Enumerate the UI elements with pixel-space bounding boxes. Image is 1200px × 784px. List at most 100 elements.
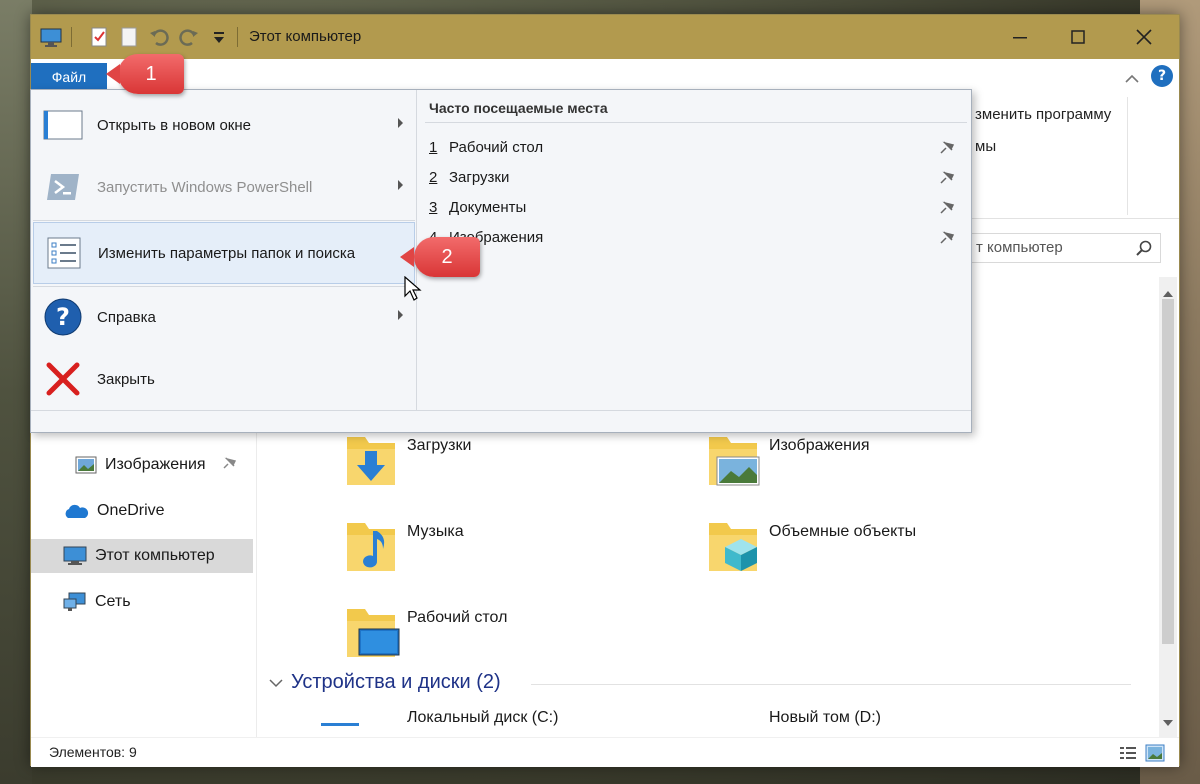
menu-item-help[interactable]: ? Справка	[33, 286, 415, 348]
callout-badge-2: 2	[414, 237, 480, 277]
pictures-folder-icon	[705, 427, 763, 491]
nav-item-label: Сеть	[95, 593, 131, 610]
nav-item-network[interactable]: Сеть	[31, 585, 253, 619]
minimize-button[interactable]	[991, 15, 1049, 59]
nav-item-label: OneDrive	[97, 502, 165, 519]
devices-section-header[interactable]: Устройства и диски (2)	[269, 671, 501, 694]
folder-tile-downloads[interactable]: Загрузки	[343, 427, 683, 491]
window-title: Этот компьютер	[249, 28, 362, 45]
ribbon-tab-bar	[31, 59, 1179, 91]
file-tab[interactable]: Файл	[31, 63, 107, 91]
onedrive-icon	[63, 503, 89, 519]
menu-item-label: Открыть в новом окне	[97, 116, 251, 134]
pin-icon[interactable]	[939, 229, 955, 249]
frequent-item[interactable]: 1 Рабочий стол	[429, 134, 959, 160]
powershell-icon	[41, 165, 85, 209]
menu-divider	[33, 220, 415, 221]
submenu-arrow-icon	[398, 310, 403, 320]
search-icon[interactable]	[1136, 240, 1152, 260]
menu-item-label: Закрыть	[97, 370, 155, 388]
status-bar: Элементов: 9	[31, 737, 1179, 767]
pin-icon[interactable]	[939, 199, 955, 219]
pin-icon[interactable]	[939, 169, 955, 189]
this-pc-icon	[63, 546, 87, 566]
menu-footer-divider	[31, 410, 971, 411]
folder-tile-pictures[interactable]: Изображения	[705, 427, 1045, 491]
desktop-folder-icon	[343, 599, 401, 663]
pin-icon[interactable]	[222, 456, 236, 475]
frequent-item-label: Рабочий стол	[449, 138, 544, 156]
frequent-item-number: 1	[429, 138, 438, 156]
svg-text:?: ?	[56, 303, 70, 331]
nav-item-pictures[interactable]: Изображения	[31, 448, 253, 482]
folder-label: Загрузки	[407, 437, 472, 454]
scroll-thumb[interactable]	[1162, 299, 1174, 644]
menu-item-folder-options[interactable]: Изменить параметры папок и поиска	[33, 222, 415, 284]
nav-item-this-pc[interactable]: Этот компьютер	[31, 539, 253, 573]
items-count: Элементов: 9	[49, 744, 137, 760]
frequent-item[interactable]: 4 Изображения	[429, 224, 959, 250]
redo-icon[interactable]	[177, 25, 201, 49]
section-divider	[531, 684, 1131, 685]
nav-item-label: Изображения	[105, 456, 206, 473]
frequent-item-label: Документы	[449, 198, 527, 216]
menu-item-powershell[interactable]: Запустить Windows PowerShell	[33, 156, 415, 218]
submenu-arrow-icon	[398, 118, 403, 128]
help-icon: ?	[41, 295, 85, 339]
frequent-places-title: Часто посещаемые места	[429, 100, 608, 116]
callout-number: 1	[145, 62, 157, 85]
large-icons-view-icon[interactable]	[1145, 744, 1165, 766]
search-input[interactable]: т компьютер	[961, 233, 1161, 263]
frequent-item-number: 3	[429, 198, 438, 216]
drive-label-d[interactable]: Новый том (D:)	[769, 709, 881, 727]
menu-item-open-new-window[interactable]: Открыть в новом окне	[33, 94, 415, 156]
chevron-down-icon[interactable]	[269, 678, 283, 688]
customize-toolbar-icon[interactable]	[207, 25, 231, 49]
ribbon-command-label[interactable]: мы	[975, 138, 996, 155]
computer-icon[interactable]	[39, 25, 63, 49]
new-folder-icon[interactable]	[117, 25, 141, 49]
folder-tile-desktop[interactable]: Рабочий стол	[343, 599, 683, 663]
callout-number: 2	[441, 245, 453, 268]
menu-item-close[interactable]: Закрыть	[33, 348, 415, 410]
vertical-scrollbar[interactable]	[1159, 277, 1177, 737]
chevron-up-icon[interactable]	[1125, 69, 1139, 88]
submenu-arrow-icon	[398, 180, 403, 190]
callout-pointer	[400, 247, 414, 267]
title-divider	[71, 27, 72, 47]
details-view-icon[interactable]	[1119, 745, 1137, 765]
ribbon-divider	[1127, 97, 1128, 215]
desktop-background-left	[0, 0, 32, 784]
menu-item-label: Изменить параметры папок и поиска	[98, 244, 356, 262]
properties-icon[interactable]	[87, 25, 111, 49]
nav-item-onedrive[interactable]: OneDrive	[31, 494, 253, 528]
drive-label-c[interactable]: Локальный диск (C:)	[407, 709, 558, 727]
frequent-places-panel: Часто посещаемые места 1 Рабочий стол 2 …	[419, 90, 971, 410]
folder-label: Объемные объекты	[769, 523, 917, 540]
music-folder-icon	[343, 513, 401, 577]
frequent-item[interactable]: 2 Загрузки	[429, 164, 959, 190]
undo-icon[interactable]	[147, 25, 171, 49]
folder-tile-3d-objects[interactable]: Объемные объекты	[705, 513, 1045, 577]
downloads-folder-icon	[343, 427, 401, 491]
drive-icon	[321, 723, 359, 737]
help-button[interactable]: ?	[1151, 65, 1173, 87]
minimize-icon	[1013, 37, 1027, 39]
title-bar: Этот компьютер	[31, 15, 1179, 59]
scroll-down-icon[interactable]	[1163, 712, 1173, 731]
close-window-button[interactable]	[1115, 15, 1173, 59]
pin-icon[interactable]	[939, 139, 955, 159]
file-menu: Открыть в новом окне Запустить Windows P…	[30, 89, 972, 433]
folder-tile-music[interactable]: Музыка	[343, 513, 683, 577]
frequent-item-number: 2	[429, 168, 438, 186]
menu-item-label: Справка	[97, 308, 156, 326]
maximize-button[interactable]	[1049, 15, 1107, 59]
folder-options-icon	[42, 231, 86, 275]
maximize-icon	[1071, 30, 1085, 44]
pictures-icon	[75, 456, 97, 474]
folder-label: Изображения	[769, 437, 870, 454]
network-icon	[63, 592, 87, 612]
ribbon-command-label[interactable]: зменить программу	[975, 106, 1111, 123]
frequent-item[interactable]: 3 Документы	[429, 194, 959, 220]
close-icon	[41, 357, 85, 401]
